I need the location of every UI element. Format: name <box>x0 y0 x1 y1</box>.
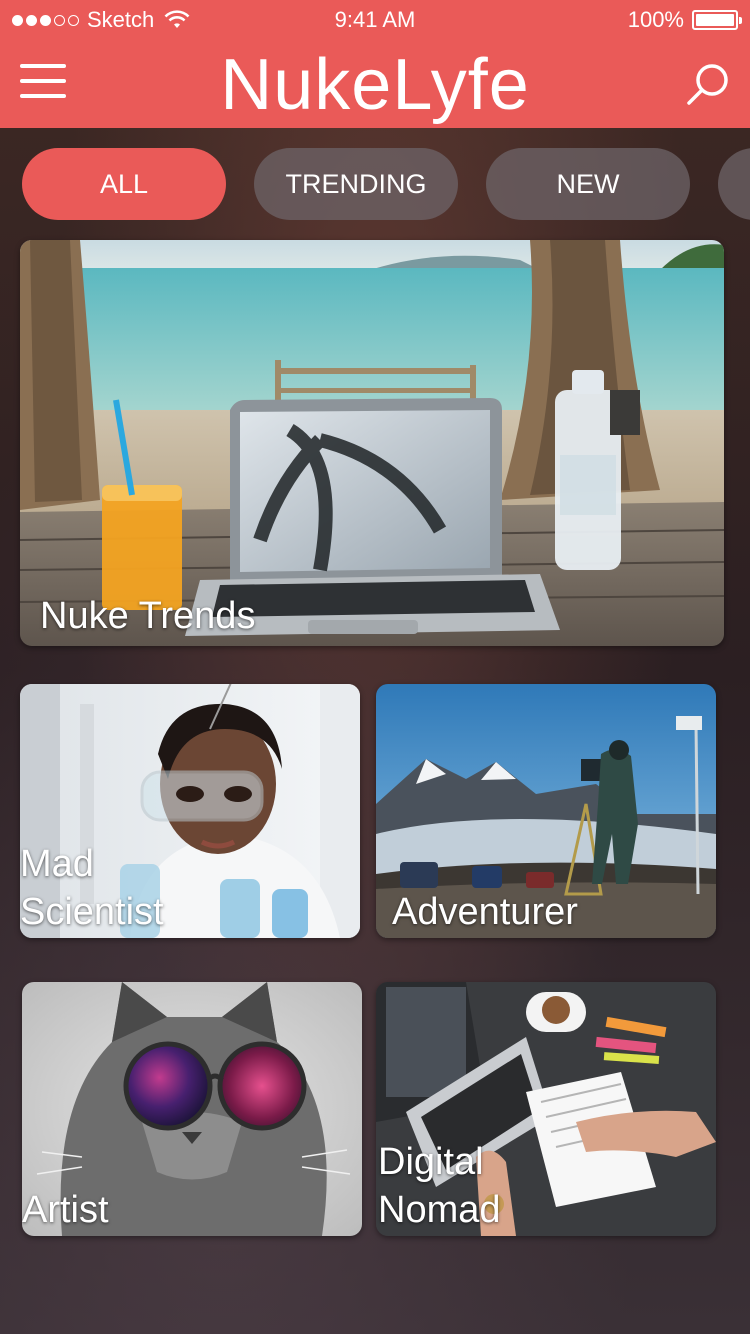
filter-chips: ALL TRENDING NEW <box>22 148 750 220</box>
battery-percent: 100% <box>627 7 684 32</box>
filter-more[interactable] <box>718 148 750 220</box>
card-artist[interactable]: Artist <box>22 982 362 1236</box>
card-label: Adventurer <box>392 891 578 933</box>
card-digital-nomad[interactable]: Digital Nomad <box>376 982 716 1236</box>
battery-icon <box>692 10 742 30</box>
card-label: Artist <box>22 1189 109 1231</box>
filter-all[interactable]: ALL <box>22 148 226 220</box>
search-icon[interactable] <box>684 60 732 108</box>
card-label-line2: Nomad <box>378 1189 501 1231</box>
app-title: NukeLyfe <box>220 45 530 125</box>
card-nuke-trends[interactable]: Nuke Trends <box>20 240 724 646</box>
card-label: Nuke Trends <box>40 595 256 637</box>
filter-new[interactable]: NEW <box>486 148 690 220</box>
card-label: Mad Scientist <box>20 840 164 936</box>
card-label-line1: Mad <box>20 843 94 885</box>
card-label-line1: Digital <box>378 1141 484 1183</box>
card-adventurer[interactable]: Adventurer <box>376 684 716 938</box>
app-header: Sketch 9:41 AM 100% NukeLyfe <box>0 0 750 128</box>
status-bar: Sketch 9:41 AM 100% <box>0 0 750 40</box>
beach-laptop-image <box>20 240 724 646</box>
filter-trending[interactable]: TRENDING <box>254 148 458 220</box>
card-label: Digital Nomad <box>378 1138 501 1234</box>
card-label-line2: Scientist <box>20 891 164 933</box>
status-right: 100% <box>627 7 742 33</box>
card-mad-scientist[interactable]: Mad Scientist <box>20 684 360 938</box>
